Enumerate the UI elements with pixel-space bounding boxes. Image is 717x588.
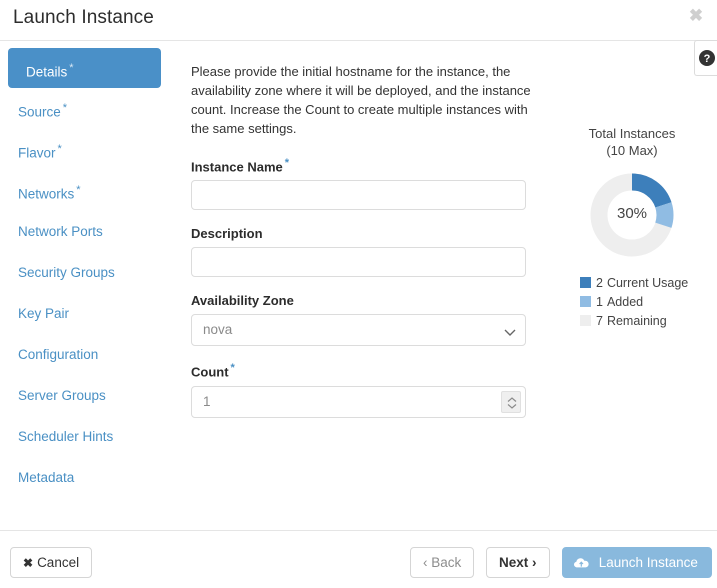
sidebar-item-server-groups[interactable]: Server Groups [0,375,178,416]
availability-zone-select[interactable]: nova [191,314,526,346]
sidebar-item-label: Key Pair [18,306,69,321]
legend-label: Added [607,295,643,309]
sidebar-item-flavor[interactable]: Flavor* [0,129,178,170]
sidebar-item-label: Scheduler Hints [18,429,113,444]
cloud-upload-icon [574,555,599,570]
sidebar-item-label: Server Groups [18,388,106,403]
legend-swatch-added [580,296,591,307]
page-title: Launch Instance [13,7,154,29]
cancel-button-label: Cancel [37,555,79,570]
required-marker: * [63,102,67,114]
quota-title-line2: (10 Max) [556,142,708,159]
form-help-text: Please provide the initial hostname for … [191,62,543,138]
required-marker: * [231,362,235,374]
quota-title-line1: Total Instances [556,125,708,142]
sidebar-item-label: Security Groups [18,265,115,280]
donut-center-label: 30% [590,205,674,222]
legend-count: 7 [596,314,603,328]
wizard-nav: Details* Source* Flavor* Networks* Netwo… [0,48,178,498]
description-input[interactable] [191,247,526,277]
sidebar-item-label: Flavor [18,146,56,161]
legend-label: Current Usage [607,276,688,290]
back-button[interactable]: ‹ Back [410,547,474,578]
description-label: Description [191,226,536,241]
donut-legend: 2 Current Usage 1 Added 7 Remaining [556,274,708,331]
sidebar-item-source[interactable]: Source* [0,88,178,129]
sidebar-item-configuration[interactable]: Configuration [0,334,178,375]
help-button[interactable]: ? [694,40,717,76]
required-marker: * [285,157,289,169]
sidebar-item-label: Source [18,105,61,120]
label-text: Count [191,365,229,380]
legend-swatch-remaining [580,315,591,326]
count-input[interactable] [191,386,526,418]
quantity-stepper[interactable] [501,391,521,413]
instance-name-label: Instance Name* [191,157,536,174]
field-count: Count* [191,362,536,417]
details-form: Please provide the initial hostname for … [191,62,536,434]
svg-text:?: ? [704,53,711,65]
legend-count: 2 [596,276,603,290]
count-label: Count* [191,362,536,379]
sidebar-item-details[interactable]: Details* [8,48,161,88]
sidebar-item-label: Configuration [18,347,98,362]
close-icon[interactable]: ✖ [685,5,707,27]
required-marker: * [76,184,80,196]
sidebar-item-label: Details [26,65,67,80]
sidebar-item-label: Metadata [18,470,74,485]
sidebar-item-security-groups[interactable]: Security Groups [0,252,178,293]
launch-instance-button[interactable]: Launch Instance [562,547,712,578]
sidebar-item-label: Networks [18,187,74,202]
instance-name-input[interactable] [191,180,526,210]
close-x-icon: ✖ [23,556,33,570]
legend-swatch-current-usage [580,277,591,288]
next-button[interactable]: Next › [486,547,550,578]
quota-panel: Total Instances (10 Max) 30% 2 Current Us… [556,125,708,331]
sidebar-item-label: Network Ports [18,224,103,239]
field-availability-zone: Availability Zone nova [191,293,536,346]
field-instance-name: Instance Name* [191,157,536,210]
sidebar-item-metadata[interactable]: Metadata [0,457,178,498]
launch-instance-label: Launch Instance [599,555,698,570]
total-instances-donut-chart: 30% [590,173,674,257]
modal-header: Launch Instance ✖ [0,0,717,41]
sidebar-item-networks[interactable]: Networks* [0,170,178,211]
legend-count: 1 [596,295,603,309]
legend-item: 7 Remaining [580,312,708,331]
required-marker: * [58,143,62,155]
sidebar-item-network-ports[interactable]: Network Ports [0,211,178,252]
legend-item: 1 Added [580,293,708,312]
legend-label: Remaining [607,314,667,328]
field-description: Description [191,226,536,277]
label-text: Instance Name [191,159,283,174]
legend-item: 2 Current Usage [580,274,708,293]
sidebar-item-key-pair[interactable]: Key Pair [0,293,178,334]
availability-zone-label: Availability Zone [191,293,536,308]
sidebar-item-scheduler-hints[interactable]: Scheduler Hints [0,416,178,457]
modal-footer: ✖ Cancel ‹ Back Next › Launch Instance [0,530,717,588]
cancel-button[interactable]: ✖ Cancel [10,547,92,578]
required-marker: * [69,62,73,74]
